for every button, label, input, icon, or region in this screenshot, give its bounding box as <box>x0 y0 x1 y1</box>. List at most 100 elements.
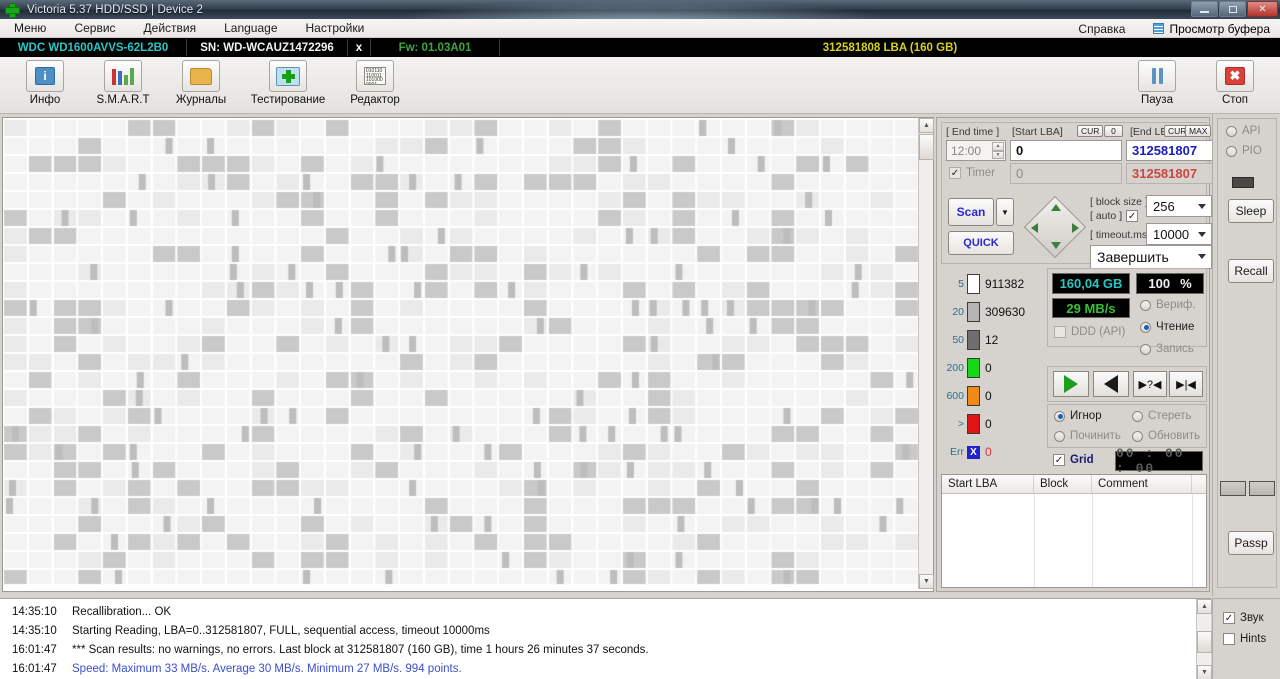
mode-verify-radio[interactable]: Вериф. <box>1140 299 1196 311</box>
aux-button-left[interactable] <box>1220 481 1246 496</box>
start-lba-input[interactable]: 0 <box>1010 140 1122 161</box>
menu-item-help[interactable]: Справка <box>1064 22 1139 36</box>
folder-icon <box>182 60 220 92</box>
on-finish-combo[interactable]: Завершить <box>1090 245 1212 269</box>
menu-item-service[interactable]: Сервис <box>60 21 129 35</box>
column-header-spacer <box>1192 475 1206 493</box>
menu-item-menu[interactable]: Меню <box>0 21 60 35</box>
toolbar-button-logs[interactable]: Журналы <box>162 60 240 106</box>
toolbar-button-pause[interactable]: Пауза <box>1118 60 1196 106</box>
grid-checkbox[interactable]: ✓ Grid <box>1053 454 1094 466</box>
log-time: 14:35:10 <box>12 624 57 637</box>
start-lba-zero-button[interactable]: 0 <box>1104 125 1123 137</box>
buffer-view-button[interactable]: Просмотр буфера <box>1139 22 1280 36</box>
defect-table-body[interactable] <box>942 494 1206 587</box>
mode-read-radio[interactable]: Чтение <box>1140 321 1194 333</box>
action-repair-radio[interactable]: Починить <box>1054 430 1121 442</box>
speed-readout: 29 MB/s <box>1052 298 1130 318</box>
pause-icon <box>1138 60 1176 92</box>
end-time-label: [ End time ] <box>946 126 1000 138</box>
map-scrollbar[interactable]: ▲ ▼ <box>918 118 934 589</box>
action-erase-radio[interactable]: Стереть <box>1132 410 1192 422</box>
maximize-button[interactable] <box>1219 1 1246 17</box>
skip-query-button[interactable]: ▶?◀ <box>1133 371 1167 397</box>
start-lba-cur-button[interactable]: CUR <box>1077 125 1104 137</box>
scroll-up-icon[interactable]: ▲ <box>919 118 934 133</box>
play-icon <box>1064 375 1078 393</box>
action-ignore-label: Игнор <box>1070 410 1102 422</box>
log-scrollbar-thumb[interactable] <box>1197 631 1212 653</box>
end-lba-value: 312581807 <box>1132 143 1198 158</box>
skip-end-button[interactable]: ▶|◀ <box>1169 371 1203 397</box>
action-ignore-radio[interactable]: Игнор <box>1054 410 1102 422</box>
info-icon: i <box>26 60 64 92</box>
sound-checkbox[interactable]: ✓ Звук <box>1223 612 1264 624</box>
toolbar-button-smart[interactable]: S.M.A.R.T <box>84 60 162 106</box>
timer-checkbox[interactable]: ✓ Timer <box>949 167 995 179</box>
auto-block-checkbox[interactable]: [ auto ] ✓ <box>1090 210 1143 222</box>
menu-item-language[interactable]: Language <box>210 21 291 35</box>
legend-ms: 200 <box>946 362 964 374</box>
direction-pad[interactable] <box>1023 195 1087 259</box>
recall-button[interactable]: Recall <box>1228 259 1274 283</box>
log-scrollbar[interactable]: ▲ ▼ <box>1196 599 1212 679</box>
block-size-combo[interactable]: 256 <box>1146 195 1212 217</box>
surface-block-map[interactable]: ▲ ▼ <box>2 117 934 592</box>
map-scrollbar-thumb[interactable] <box>919 134 934 160</box>
hints-checkbox[interactable]: Hints <box>1223 633 1266 645</box>
scroll-up-icon[interactable]: ▲ <box>1197 599 1212 614</box>
quick-button[interactable]: QUICK <box>948 231 1014 255</box>
scroll-down-icon[interactable]: ▼ <box>1197 665 1212 679</box>
column-header-block[interactable]: Block <box>1034 475 1092 493</box>
dpad-up-icon[interactable] <box>1051 204 1061 211</box>
legend-row: 20 309630 <box>941 298 1041 326</box>
legend-row: Err X 0 <box>941 438 1041 466</box>
toolbar-label-testing: Тестирование <box>250 94 326 106</box>
dpad-down-icon[interactable] <box>1051 242 1061 249</box>
aux-button-right[interactable] <box>1249 481 1275 496</box>
toolbar-button-editor[interactable]: 010110 110011 101000 0001 Редактор <box>336 60 414 106</box>
sleep-button[interactable]: Sleep <box>1228 199 1274 223</box>
toolbar-button-stop[interactable]: ✖ Стоп <box>1196 60 1274 106</box>
action-refresh-radio[interactable]: Обновить <box>1132 430 1200 442</box>
scan-button[interactable]: Scan <box>948 198 994 226</box>
legend-ms: 50 <box>952 334 964 346</box>
interface-api-radio[interactable]: API <box>1226 125 1261 137</box>
ddd-api-checkbox[interactable]: DDD (API) <box>1054 326 1125 338</box>
log-time: 14:35:10 <box>12 605 57 618</box>
end-time-input[interactable]: 12:00 ▲ ▼ <box>946 140 1006 161</box>
end-time-spinner[interactable]: ▲ ▼ <box>992 142 1004 159</box>
timeout-combo[interactable]: 10000 <box>1146 223 1212 245</box>
scroll-down-icon[interactable]: ▼ <box>919 574 934 589</box>
column-header-start-lba[interactable]: Start LBA <box>942 475 1034 493</box>
column-header-comment[interactable]: Comment <box>1092 475 1192 493</box>
back-button[interactable] <box>1093 371 1129 397</box>
minimize-icon <box>1200 11 1209 13</box>
block-map-canvas[interactable] <box>3 118 919 589</box>
play-button[interactable] <box>1053 371 1089 397</box>
menu-item-actions[interactable]: Действия <box>130 21 211 35</box>
interface-pio-radio[interactable]: PIO <box>1226 145 1262 157</box>
minimize-button[interactable] <box>1191 1 1218 17</box>
close-button[interactable]: ✕ <box>1247 1 1278 17</box>
menu-item-settings[interactable]: Настройки <box>292 21 379 35</box>
sidebar-bottom-options: ✓ Звук Hints <box>1212 598 1280 679</box>
title-bar-glow <box>380 0 900 19</box>
legend-swatch <box>967 386 980 406</box>
dpad-left-icon[interactable] <box>1031 223 1038 233</box>
timer-input[interactable]: 0 <box>1010 163 1122 184</box>
stop-icon: ✖ <box>1216 60 1254 92</box>
progress-percent-readout: 100 % <box>1136 273 1204 294</box>
end-lba-max-button[interactable]: MAX <box>1185 125 1212 137</box>
log-panel[interactable]: 14:35:10 Recallibration... OK 14:35:10 S… <box>0 598 1212 679</box>
toolbar-button-info[interactable]: i Инфо <box>6 60 84 106</box>
progress-percent-unit: % <box>1180 276 1192 291</box>
device-close-mark[interactable]: x <box>348 42 370 54</box>
defect-list-table[interactable]: Start LBA Block Comment <box>941 474 1207 588</box>
scan-dropdown-button[interactable]: ▼ <box>996 198 1014 226</box>
dpad-right-icon[interactable] <box>1072 223 1079 233</box>
passport-button[interactable]: Passp <box>1228 531 1274 555</box>
toolbar-button-testing[interactable]: Тестирование <box>240 60 336 106</box>
mode-write-radio[interactable]: Запись <box>1140 343 1194 355</box>
start-lba-label: [Start LBA] <box>1012 126 1063 138</box>
